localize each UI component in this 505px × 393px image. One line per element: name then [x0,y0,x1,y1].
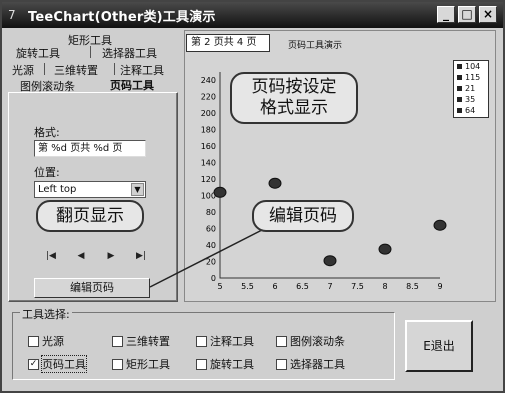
tab-divider [90,46,91,58]
last-page-icon[interactable]: ▶| [134,249,148,263]
app-icon: 7 [8,8,16,22]
checkbox-label: 矩形工具 [126,358,170,371]
checkbox-box[interactable] [112,335,123,347]
legend-label: 35 [465,95,476,104]
legend-label: 115 [465,73,481,82]
checkbox-label: 光源 [42,335,64,348]
tab-divider [44,63,45,75]
checkbox-box[interactable] [276,358,287,370]
legend-label: 104 [465,62,481,71]
tab-3d-transpose[interactable]: 三维转置 [54,62,98,78]
legend-swatch [457,75,462,80]
checkbox-rectangle-tool[interactable]: 矩形工具 [112,356,170,372]
prev-page-icon[interactable]: ◀ [74,249,88,263]
first-page-icon[interactable]: |◀ [44,249,58,263]
callout-page-flip: 翻页显示 [36,200,144,232]
checkbox-box[interactable] [196,358,207,370]
chart-area[interactable] [184,30,496,302]
tool-selection-title: 工具选择: [20,306,72,322]
position-label: 位置: [34,166,60,179]
tab-light-source[interactable]: 光源 [12,62,34,78]
format-input[interactable]: 第 %d 页共 %d 页 [34,140,146,157]
legend-item: 35 [454,94,488,105]
checkbox-legend-scrollbar[interactable]: 图例滚动条 [276,333,345,349]
checkbox-rotate-tool[interactable]: 旋转工具 [196,356,254,372]
checkbox-label: 注释工具 [210,335,254,348]
checkbox-label: 页码工具 [41,355,87,373]
format-label: 格式: [34,126,60,139]
checkbox-label: 选择器工具 [290,358,345,371]
check-icon[interactable]: ✓ [28,358,39,370]
checkbox-selector-tool[interactable]: 选择器工具 [276,356,345,372]
chevron-down-icon[interactable]: ▼ [131,183,144,196]
legend-item: 21 [454,83,488,94]
checkbox-label: 三维转置 [126,335,170,348]
legend-label: 64 [465,106,476,115]
tab-rotate-tool[interactable]: 旋转工具 [16,45,60,61]
callout-format-display: 页码按设定 格式显示 [230,72,358,124]
window-title: TeeChart(Other类)工具演示 [28,9,216,25]
legend-label: 21 [465,84,476,93]
exit-button[interactable]: E退出 [405,320,473,372]
legend-swatch [457,64,462,69]
checkbox-box[interactable] [196,335,207,347]
legend-swatch [457,108,462,113]
chart-legend: 104 115 21 35 64 [453,60,489,118]
tab-page-number-tool[interactable]: 页码工具 [110,77,154,93]
tab-selector-tool[interactable]: 选择器工具 [102,45,157,61]
checkbox-label: 旋转工具 [210,358,254,371]
checkbox-box[interactable] [276,335,287,347]
tab-divider [114,63,115,75]
position-select[interactable]: Left top ▼ [34,181,146,198]
legend-swatch [457,97,462,102]
edit-page-number-button[interactable]: 编辑页码 [34,278,150,298]
checkbox-box[interactable] [112,358,123,370]
legend-item: 104 [454,61,488,72]
checkbox-label: 图例滚动条 [290,335,345,348]
checkbox-light-source[interactable]: 光源 [28,333,64,349]
legend-item: 64 [454,105,488,116]
maximize-button[interactable]: □ [458,6,476,23]
close-button[interactable]: × [479,6,497,23]
checkbox-annotation-tool[interactable]: 注释工具 [196,333,254,349]
legend-item: 115 [454,72,488,83]
legend-swatch [457,86,462,91]
next-page-icon[interactable]: ▶ [104,249,118,263]
position-select-value: Left top [38,184,77,195]
tab-annotation-tool[interactable]: 注释工具 [120,62,164,78]
page-number-badge: 第 2 页共 4 页 [186,34,270,52]
minimize-button[interactable]: _ [437,6,455,23]
checkbox-page-number-tool[interactable]: ✓ 页码工具 [28,355,87,373]
chart-title: 页码工具演示 [288,41,343,51]
title-bar[interactable]: 7 TeeChart(Other类)工具演示 _ □ × [2,2,503,28]
checkbox-3d-transpose[interactable]: 三维转置 [112,333,170,349]
checkbox-box[interactable] [28,335,39,347]
callout-edit-page: 编辑页码 [252,200,354,232]
